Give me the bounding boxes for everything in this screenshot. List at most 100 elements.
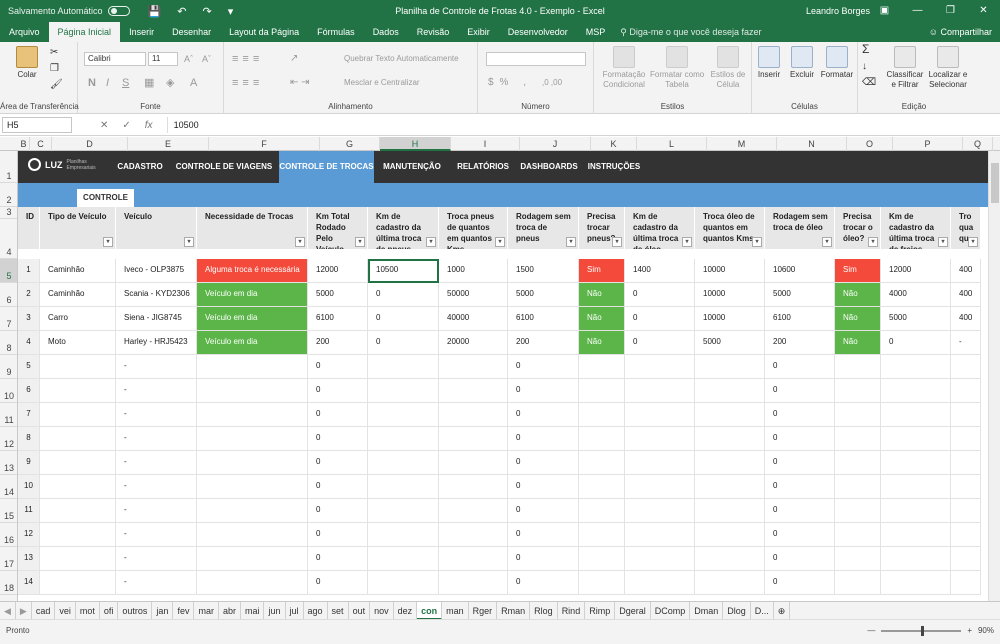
table-cell[interactable]: 0 (368, 283, 439, 307)
row-header-15[interactable]: 15 (0, 499, 17, 523)
table-cell[interactable] (625, 571, 695, 595)
row-id[interactable]: 12 (18, 523, 40, 547)
table-cell[interactable]: Carro (40, 307, 116, 331)
table-cell[interactable]: 5000 (308, 283, 368, 307)
sheet-tab-24[interactable]: Dgeral (615, 601, 651, 620)
ribbon-tab-6[interactable]: Dados (364, 22, 408, 42)
row-id[interactable]: 14 (18, 571, 40, 595)
sheet-tab-17[interactable]: con (417, 601, 443, 620)
table-cell[interactable]: - (951, 331, 981, 355)
format-painter-icon[interactable]: 🖌 (50, 80, 63, 90)
number-format-select[interactable] (486, 52, 586, 66)
table-cell[interactable]: 0 (308, 571, 368, 595)
table-cell[interactable]: 10000 (695, 307, 765, 331)
table-cell[interactable] (579, 571, 625, 595)
sheet-tab-23[interactable]: Rimp (585, 601, 616, 620)
nav-item-1[interactable]: CONTROLE DE VIAGENS (174, 151, 274, 183)
table-cell[interactable] (579, 451, 625, 475)
table-cell[interactable]: 0 (308, 403, 368, 427)
table-cell[interactable] (835, 355, 881, 379)
table-cell[interactable] (625, 475, 695, 499)
table-cell[interactable] (579, 523, 625, 547)
horizontal-align-icons[interactable]: ≡≡≡ (232, 78, 263, 89)
save-icon[interactable]: 💾 (148, 5, 162, 18)
column-header-o[interactable]: O (847, 137, 893, 151)
sheet-tab-14[interactable]: out (349, 601, 371, 620)
column-header-b[interactable]: B (18, 137, 30, 151)
row-header-5[interactable]: 5 (0, 259, 17, 283)
ribbon-tab-10[interactable]: MSP (577, 22, 615, 42)
table-cell[interactable]: Não (835, 307, 881, 331)
table-cell[interactable] (695, 427, 765, 451)
filter-dropdown-icon[interactable]: ▾ (682, 237, 692, 247)
table-cell[interactable] (40, 475, 116, 499)
ribbon-tab-1[interactable]: Página Inicial (48, 22, 121, 42)
table-cell[interactable]: Não (835, 283, 881, 307)
table-cell[interactable]: Não (835, 331, 881, 355)
table-cell[interactable]: 0 (625, 331, 695, 355)
table-cell[interactable]: 0 (765, 571, 835, 595)
table-cell[interactable]: Siena - JIG8745 (116, 307, 197, 331)
table-cell[interactable]: 400 (951, 307, 981, 331)
table-cell[interactable] (881, 379, 951, 403)
merge-center-button[interactable]: Mesclar e Centralizar (344, 78, 420, 88)
sheet-tab-11[interactable]: jul (286, 601, 304, 620)
table-cell[interactable]: 0 (765, 403, 835, 427)
table-cell[interactable] (40, 547, 116, 571)
sheet-tab-12[interactable]: ago (304, 601, 328, 620)
table-cell[interactable]: 0 (765, 475, 835, 499)
column-header-q[interactable]: Q (963, 137, 993, 151)
table-cell[interactable]: Iveco - OLP3875 (116, 259, 197, 283)
column-header-n[interactable]: N (777, 137, 847, 151)
row-header-11[interactable]: 11 (0, 403, 17, 427)
table-cell[interactable] (197, 451, 308, 475)
table-cell[interactable] (368, 475, 439, 499)
table-cell[interactable] (439, 403, 508, 427)
table-cell[interactable] (881, 427, 951, 451)
table-cell[interactable]: - (116, 499, 197, 523)
table-cell[interactable]: 0 (508, 475, 579, 499)
table-cell[interactable] (835, 523, 881, 547)
table-cell[interactable] (368, 403, 439, 427)
table-cell[interactable] (951, 475, 981, 499)
filter-dropdown-icon[interactable]: ▾ (752, 237, 762, 247)
scrollbar-thumb[interactable] (991, 163, 999, 203)
fill-color-icon[interactable]: ◈ (166, 78, 174, 89)
borders-icon[interactable]: ▦ (144, 78, 154, 89)
table-cell[interactable]: Caminhão (40, 259, 116, 283)
table-cell[interactable]: 10600 (765, 259, 835, 283)
sheet-tab-1[interactable]: vei (55, 601, 76, 620)
nav-item-2[interactable]: CONTROLE DE TROCAS (279, 151, 374, 183)
table-cell[interactable]: 0 (308, 475, 368, 499)
table-cell[interactable] (951, 451, 981, 475)
table-cell[interactable]: - (116, 523, 197, 547)
table-cell[interactable] (439, 379, 508, 403)
table-cell[interactable]: 0 (625, 283, 695, 307)
table-cell[interactable]: Veículo em dia (197, 283, 308, 307)
table-cell[interactable]: 0 (308, 427, 368, 451)
zoom-in-icon[interactable]: + (967, 626, 972, 635)
row-header-10[interactable]: 10 (0, 379, 17, 403)
format-as-table-button[interactable]: Formatar como Tabela (650, 46, 704, 90)
sheet-tab-13[interactable]: set (328, 601, 349, 620)
italic-icon[interactable]: I (106, 78, 109, 89)
sheet-tab-20[interactable]: Rman (497, 601, 531, 620)
table-cell[interactable] (197, 427, 308, 451)
table-cell[interactable] (695, 355, 765, 379)
ribbon-tab-0[interactable]: Arquivo (0, 22, 49, 42)
table-cell[interactable] (881, 355, 951, 379)
sort-filter-button[interactable]: Classificar e Filtrar (884, 46, 926, 90)
column-header-l[interactable]: L (637, 137, 707, 151)
table-cell[interactable]: 0 (508, 571, 579, 595)
table-cell[interactable]: Moto (40, 331, 116, 355)
format-cells-button[interactable]: Formatar (818, 46, 856, 80)
redo-icon[interactable]: ↷ (202, 5, 211, 18)
row-header-4[interactable]: 4 (0, 219, 17, 259)
controle-tab[interactable]: CONTROLE (77, 189, 134, 207)
sheet-tab-22[interactable]: Rind (558, 601, 586, 620)
table-cell[interactable] (579, 427, 625, 451)
table-cell[interactable] (951, 379, 981, 403)
table-cell[interactable] (439, 475, 508, 499)
table-cell[interactable]: 5000 (881, 307, 951, 331)
table-cell[interactable] (625, 547, 695, 571)
